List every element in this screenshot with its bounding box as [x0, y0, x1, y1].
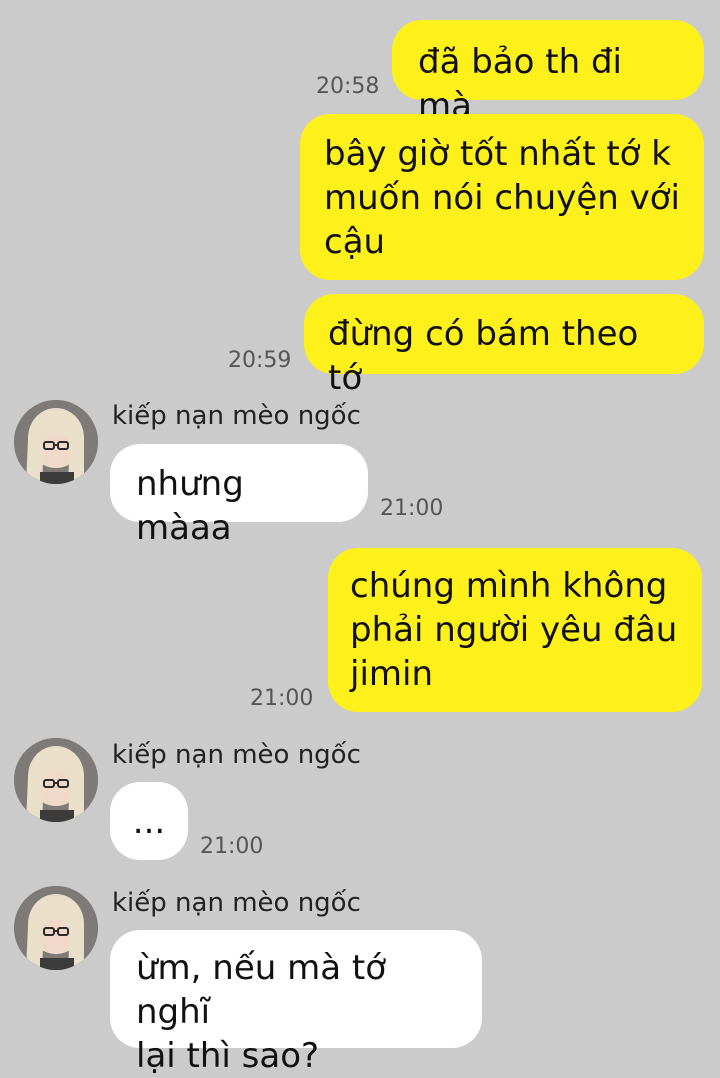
message-timestamp: 20:58 — [316, 74, 380, 99]
sender-name: kiếp nạn mèo ngốc — [112, 888, 361, 918]
message-bubble-incoming[interactable]: ừm, nếu mà tớ nghĩ lại thì sao? — [110, 930, 482, 1076]
message-bubble-incoming[interactable]: nhưng màaa — [110, 444, 368, 548]
sender-name: kiếp nạn mèo ngốc — [112, 740, 361, 770]
contact-avatar[interactable] — [14, 400, 98, 484]
avatar-photo-icon — [14, 400, 98, 484]
avatar-photo-icon — [14, 738, 98, 822]
message-bubble-incoming[interactable]: ... — [110, 782, 188, 860]
message-timestamp: 20:59 — [228, 348, 292, 373]
message-timestamp: 21:00 — [200, 834, 264, 859]
message-timestamp: 21:00 — [380, 496, 444, 521]
avatar-photo-icon — [14, 886, 98, 970]
message-bubble-outgoing[interactable]: chúng mình không phải người yêu đâu jimi… — [328, 548, 702, 712]
sender-name: kiếp nạn mèo ngốc — [112, 401, 361, 431]
message-bubble-outgoing[interactable]: đừng có bám theo tớ — [304, 294, 704, 398]
message-timestamp: 21:00 — [250, 686, 314, 711]
contact-avatar[interactable] — [14, 886, 98, 970]
contact-avatar[interactable] — [14, 738, 98, 822]
message-bubble-outgoing[interactable]: bây giờ tốt nhất tớ k muốn nói chuyện vớ… — [300, 114, 704, 280]
message-bubble-outgoing[interactable]: đã bảo th đi mà — [392, 20, 704, 126]
